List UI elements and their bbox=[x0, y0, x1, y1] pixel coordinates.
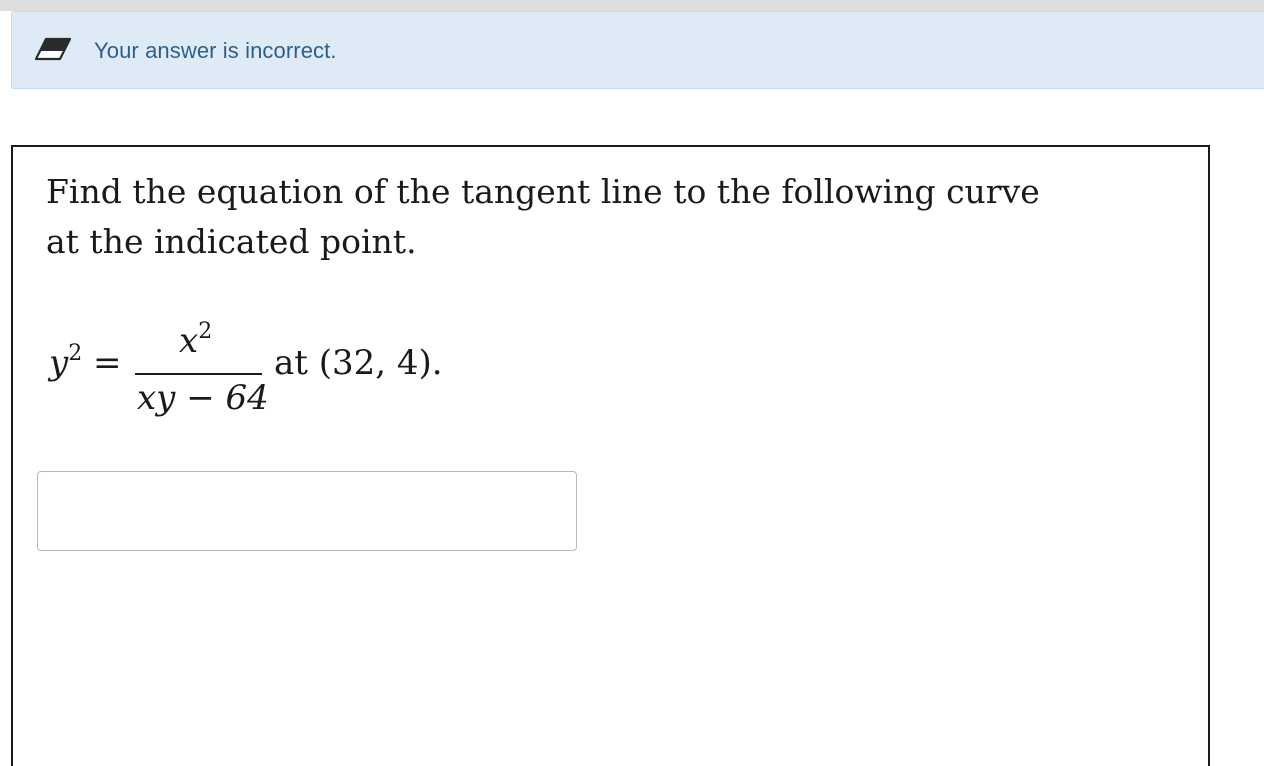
prompt-line-2: at the indicated point. bbox=[46, 222, 417, 261]
equation-point: at (32, 4). bbox=[274, 343, 443, 383]
equals-sign: = bbox=[93, 343, 122, 383]
top-strip bbox=[0, 0, 1264, 11]
eraser-icon bbox=[34, 37, 72, 61]
question-card: Find the equation of the tangent line to… bbox=[11, 145, 1210, 766]
feedback-message: Your answer is incorrect. bbox=[94, 38, 337, 63]
feedback-banner: Your answer is incorrect. bbox=[11, 11, 1264, 89]
fraction-numerator: x2 bbox=[179, 319, 213, 362]
question-prompt: Find the equation of the tangent line to… bbox=[46, 167, 1046, 267]
equation-lhs: y2 bbox=[49, 341, 83, 384]
fraction-denominator: xy − 64 bbox=[137, 378, 269, 418]
answer-input[interactable] bbox=[37, 471, 577, 551]
prompt-line-1: Find the equation of the tangent line to… bbox=[46, 172, 1040, 211]
fraction-bar bbox=[135, 373, 262, 375]
